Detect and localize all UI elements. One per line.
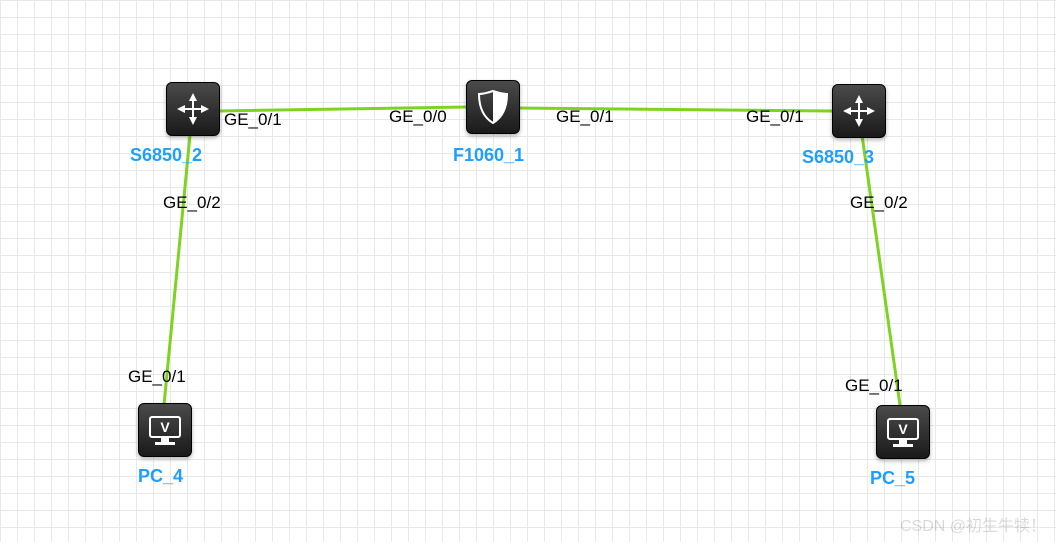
node-label-s6850_3: S6850_3 xyxy=(802,147,874,168)
pc-icon: V xyxy=(883,412,923,452)
node-f1060_1[interactable] xyxy=(466,80,520,134)
pc-icon: V xyxy=(145,410,185,450)
node-s6850_2[interactable] xyxy=(166,82,220,136)
port-f1060_1-ge01: GE_0/1 xyxy=(556,107,614,127)
port-s6850_2-ge02: GE_0/2 xyxy=(163,193,221,213)
node-pc_5[interactable]: V xyxy=(876,405,930,459)
switch-icon xyxy=(839,91,879,131)
firewall-icon xyxy=(473,87,513,127)
node-pc_4[interactable]: V xyxy=(138,403,192,457)
node-label-f1060_1: F1060_1 xyxy=(453,145,524,166)
port-pc_5-ge01: GE_0/1 xyxy=(845,376,903,396)
port-pc_4-ge01: GE_0/1 xyxy=(128,367,186,387)
node-label-s6850_2: S6850_2 xyxy=(130,145,202,166)
node-label-pc_4: PC_4 xyxy=(138,466,183,487)
svg-text:V: V xyxy=(160,419,170,435)
port-f1060_1-ge00: GE_0/0 xyxy=(389,107,447,127)
port-s6850_2-ge01: GE_0/1 xyxy=(224,110,282,130)
node-label-pc_5: PC_5 xyxy=(870,468,915,489)
topology-canvas[interactable]: S6850_2 F1060_1 S6850_3 V PC_4 V PC_5 xyxy=(0,0,1056,542)
watermark: CSDN @初生牛犊！ xyxy=(900,512,1046,536)
node-s6850_3[interactable] xyxy=(832,84,886,138)
svg-text:V: V xyxy=(898,421,908,437)
switch-icon xyxy=(173,89,213,129)
port-s6850_3-ge02: GE_0/2 xyxy=(850,193,908,213)
port-s6850_3-ge01: GE_0/1 xyxy=(746,107,804,127)
